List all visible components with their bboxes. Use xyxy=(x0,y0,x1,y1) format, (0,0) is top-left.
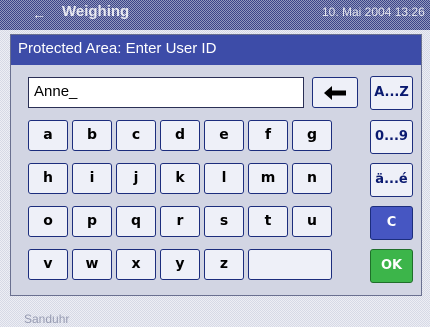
special-chars-button[interactable]: ä...é xyxy=(370,163,413,197)
space-key[interactable] xyxy=(248,249,332,280)
clear-button[interactable]: C xyxy=(370,206,413,240)
key-r[interactable]: r xyxy=(160,206,200,237)
key-w[interactable]: w xyxy=(72,249,112,280)
backspace-button[interactable] xyxy=(312,77,358,108)
key-d[interactable]: d xyxy=(160,120,200,151)
key-m[interactable]: m xyxy=(248,163,288,194)
key-a[interactable]: a xyxy=(28,120,68,151)
key-v[interactable]: v xyxy=(28,249,68,280)
key-i[interactable]: i xyxy=(72,163,112,194)
key-n[interactable]: n xyxy=(292,163,332,194)
key-x[interactable]: x xyxy=(116,249,156,280)
key-s[interactable]: s xyxy=(204,206,244,237)
key-y[interactable]: y xyxy=(160,249,200,280)
user-id-dialog: Protected Area: Enter User ID Anne_ a b … xyxy=(10,34,422,296)
alpha-mode-button[interactable]: A...Z xyxy=(370,76,413,110)
background-title-bar: ← Weighing 10. Mai 2004 13:26 xyxy=(0,0,430,30)
key-h[interactable]: h xyxy=(28,163,68,194)
key-g[interactable]: g xyxy=(292,120,332,151)
key-c[interactable]: c xyxy=(116,120,156,151)
ok-button[interactable]: OK xyxy=(370,249,413,283)
background-status: Sanduhr xyxy=(24,312,70,326)
dialog-title: Protected Area: Enter User ID xyxy=(11,35,421,65)
key-z[interactable]: z xyxy=(204,249,244,280)
background-title: Weighing xyxy=(62,3,130,20)
key-j[interactable]: j xyxy=(116,163,156,194)
numeric-mode-button[interactable]: 0...9 xyxy=(370,120,413,154)
key-t[interactable]: t xyxy=(248,206,288,237)
key-e[interactable]: e xyxy=(204,120,244,151)
key-o[interactable]: o xyxy=(28,206,68,237)
key-k[interactable]: k xyxy=(160,163,200,194)
left-arrow-backspace-icon xyxy=(324,86,346,100)
key-p[interactable]: p xyxy=(72,206,112,237)
key-l[interactable]: l xyxy=(204,163,244,194)
key-q[interactable]: q xyxy=(116,206,156,237)
background-datetime: 10. Mai 2004 13:26 xyxy=(322,5,425,19)
key-u[interactable]: u xyxy=(292,206,332,237)
user-id-input[interactable]: Anne_ xyxy=(28,77,304,108)
key-b[interactable]: b xyxy=(72,120,112,151)
back-arrow-icon: ← xyxy=(32,6,46,22)
key-f[interactable]: f xyxy=(248,120,288,151)
